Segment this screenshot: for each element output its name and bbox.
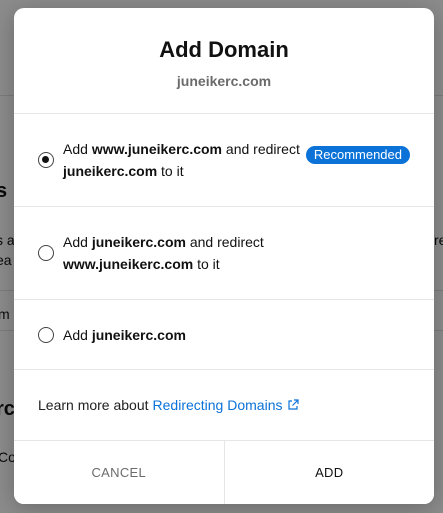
dialog-title: Add Domain <box>159 37 289 62</box>
redirecting-domains-link[interactable]: Redirecting Domains <box>153 397 300 413</box>
add-domain-dialog: Add Domain juneikerc.com Add www.juneike… <box>14 8 434 504</box>
link-label: Redirecting Domains <box>152 397 283 413</box>
option-text-part: to it <box>157 163 184 179</box>
option-label: Add juneikerc.com <box>63 324 186 346</box>
option-domain-apex: juneikerc.com <box>91 234 186 250</box>
option-text-part: Add <box>63 326 92 343</box>
option-text-part: and redirect <box>222 141 300 157</box>
option-add-www-redirect[interactable]: Add www.juneikerc.com and redirect junei… <box>14 114 434 207</box>
option-domain-apex: juneikerc.com <box>63 163 158 179</box>
radio-button-selected[interactable] <box>38 152 54 168</box>
recommended-badge: Recommended <box>305 146 410 164</box>
option-add-apex-only[interactable]: Add juneikerc.com <box>14 300 434 370</box>
option-domain-www: www.juneikerc.com <box>91 141 223 157</box>
radio-button[interactable] <box>38 245 54 261</box>
learn-more-row: Learn more about Redirecting Domains <box>14 370 434 441</box>
option-text-part: to it <box>193 256 220 272</box>
option-domain-www: www.juneikerc.com <box>63 256 194 272</box>
dialog-subtitle: juneikerc.com <box>176 73 272 89</box>
learn-more-text: Learn more about <box>38 397 149 413</box>
option-text-part: Add <box>63 141 92 157</box>
option-domain-apex: juneikerc.com <box>91 326 186 343</box>
dialog-header: Add Domain juneikerc.com <box>14 8 434 114</box>
option-label: Add juneikerc.com and redirect www.junei… <box>63 231 264 275</box>
external-link-icon <box>288 399 300 410</box>
option-label: Add www.juneikerc.com and redirect junei… <box>63 138 300 182</box>
option-text-part: Add <box>63 234 92 250</box>
add-button[interactable]: ADD <box>224 441 434 504</box>
option-text-part: and redirect <box>185 234 264 250</box>
radio-button[interactable] <box>38 326 54 343</box>
dialog-footer: CANCEL ADD <box>14 441 434 504</box>
cancel-button[interactable]: CANCEL <box>14 441 225 504</box>
option-add-apex-redirect[interactable]: Add juneikerc.com and redirect www.junei… <box>14 207 434 300</box>
